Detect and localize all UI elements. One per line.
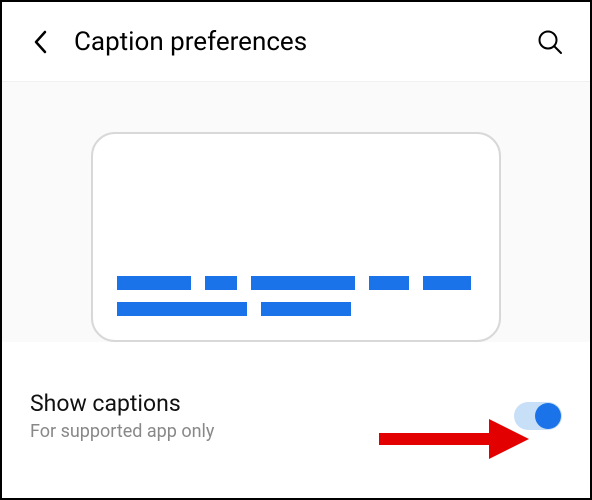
caption-bars [117,276,475,316]
content-area [2,82,590,342]
show-captions-toggle[interactable] [514,402,562,430]
setting-label: Show captions [30,390,514,417]
chevron-left-icon [33,30,47,54]
search-icon [537,29,563,55]
search-button[interactable] [534,26,566,58]
show-captions-row[interactable]: Show captions For supported app only [2,342,590,462]
back-button[interactable] [26,28,54,56]
caption-preview [91,132,501,342]
setting-sublabel: For supported app only [30,421,514,442]
toggle-knob [535,403,561,429]
page-title: Caption preferences [74,27,534,57]
